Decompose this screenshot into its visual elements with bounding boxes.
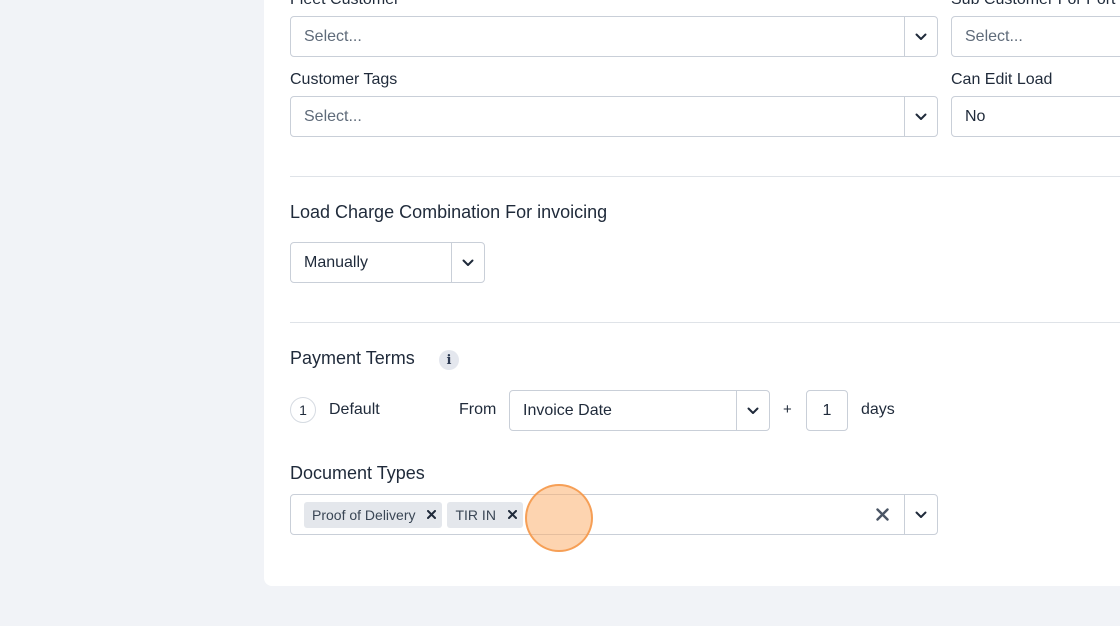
chip-label: TIR IN [455,506,496,523]
close-icon [427,510,437,519]
document-type-chip: TIR IN [447,501,523,528]
customer-tags-dropdown-button[interactable] [904,97,937,136]
customer-tags-placeholder: Select... [304,107,362,125]
document-types-multiselect[interactable]: Proof of Delivery TIR IN [290,494,938,535]
chevron-down-icon [462,259,474,266]
chevron-down-icon [747,407,759,414]
can-edit-load-label: Can Edit Load [951,71,1053,88]
chip-remove-button[interactable] [427,510,437,519]
can-edit-load-value: No [965,107,986,125]
section-divider [290,176,1120,177]
days-label: days [861,401,895,418]
can-edit-load-select[interactable]: No [951,96,1120,137]
chevron-down-icon [915,33,927,40]
chip-remove-button[interactable] [507,510,517,519]
payment-from-value: Invoice Date [523,401,612,419]
document-types-dropdown-button[interactable] [904,495,937,534]
info-icon[interactable]: i [439,350,459,370]
close-icon [875,508,889,521]
fleet-customer-label: Fleet Customer [290,0,399,9]
document-type-chip: Proof of Delivery [304,501,443,528]
payment-term-name: Default [329,401,380,418]
payment-terms-title: Payment Terms [290,348,415,368]
customer-tags-select[interactable]: Select... [290,96,938,137]
load-charge-value: Manually [304,253,369,271]
fleet-customer-placeholder: Select... [304,27,362,45]
load-charge-combination-select[interactable]: Manually [290,242,485,283]
payment-from-select[interactable]: Invoice Date [509,390,770,431]
days-input[interactable]: 1 [806,390,848,431]
sub-customer-placeholder: Select... [965,27,1023,45]
sub-customer-for-port-label: Sub Customer For Port [951,0,1116,9]
sub-customer-for-port-select[interactable]: Select... [951,16,1120,57]
from-label: From [459,401,497,418]
section-divider [290,322,1120,323]
fleet-customer-dropdown-button[interactable] [904,17,937,56]
click-indicator [525,484,593,552]
chevron-down-icon [915,113,927,120]
customer-tags-label: Customer Tags [290,71,398,88]
load-charge-title: Load Charge Combination For invoicing [290,202,608,222]
clear-all-button[interactable] [860,495,904,534]
days-value: 1 [822,401,832,419]
chip-label: Proof of Delivery [312,506,416,523]
payment-from-dropdown-button[interactable] [736,391,769,430]
chevron-down-icon [915,511,927,518]
load-charge-dropdown-button[interactable] [451,243,484,282]
plus-sign: + [783,401,792,418]
fleet-customer-select[interactable]: Select... [290,16,938,57]
payment-term-index: 1 [290,397,316,423]
document-types-title: Document Types [290,463,425,483]
close-icon [507,510,517,519]
